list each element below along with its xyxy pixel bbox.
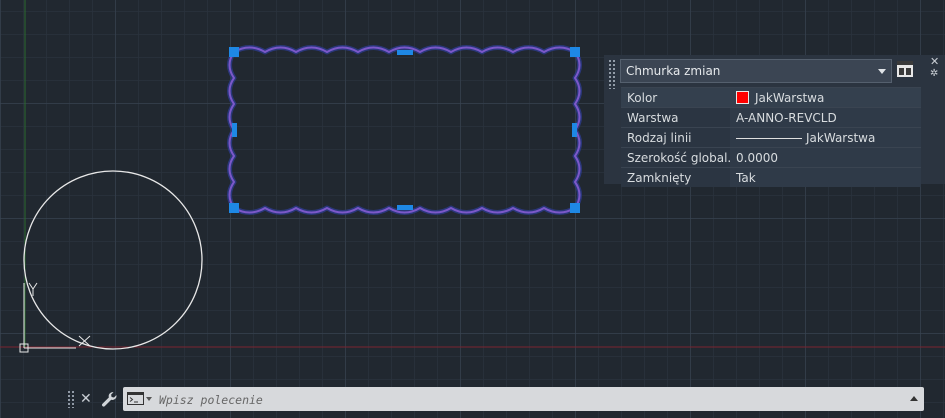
grip-corner-bottom-right[interactable] <box>570 203 580 213</box>
property-value: JakWarstwa <box>806 130 876 145</box>
properties-palette: Chmurka zmian ✕ ✲ Kolor JakWarstwa Warst… <box>604 55 945 187</box>
command-input[interactable] <box>157 390 901 410</box>
grip-corner-bottom-left[interactable] <box>229 203 239 213</box>
chevron-down-icon <box>878 69 886 74</box>
property-key: Szerokość global... <box>621 147 730 168</box>
grip-mid-right[interactable] <box>572 123 577 137</box>
gear-icon[interactable]: ✲ <box>930 69 938 79</box>
linetype-sample <box>736 137 802 139</box>
property-row-color[interactable]: Kolor JakWarstwa <box>621 87 921 108</box>
property-value-color[interactable]: JakWarstwa <box>730 87 921 108</box>
color-swatch <box>736 90 749 104</box>
chevron-up-icon[interactable] <box>910 396 918 401</box>
object-type-label: Chmurka zmian <box>626 64 721 78</box>
command-line-icon[interactable] <box>127 392 144 405</box>
property-value: JakWarstwa <box>755 90 825 105</box>
command-line[interactable] <box>123 387 924 411</box>
selection-grips[interactable] <box>229 47 580 213</box>
property-key: Warstwa <box>621 107 730 128</box>
property-key: Rodzaj linii <box>621 127 730 148</box>
palette-grip[interactable] <box>608 59 616 89</box>
grip-mid-bottom[interactable] <box>397 205 413 210</box>
revision-cloud[interactable] <box>227 45 582 215</box>
property-value-linetype[interactable]: JakWarstwa <box>730 127 921 148</box>
property-row-layer[interactable]: Warstwa A-ANNO-REVCLD <box>621 107 921 128</box>
chevron-down-icon[interactable] <box>146 397 152 401</box>
property-key: Zamknięty <box>621 167 730 187</box>
property-key: Kolor <box>621 87 730 108</box>
grip-mid-top[interactable] <box>397 50 413 55</box>
close-icon[interactable]: ✕ <box>930 56 939 68</box>
object-type-dropdown[interactable]: Chmurka zmian <box>620 59 892 83</box>
property-row-closed[interactable]: Zamknięty Tak <box>621 167 921 187</box>
quick-select-icon[interactable] <box>896 60 914 78</box>
circle-object[interactable] <box>23 170 203 350</box>
property-row-linetype[interactable]: Rodzaj linii JakWarstwa <box>621 127 921 148</box>
grip-corner-top-left[interactable] <box>229 47 239 57</box>
command-line-grip[interactable] <box>67 390 75 408</box>
property-row-global-width[interactable]: Szerokość global... 0.0000 <box>621 147 921 168</box>
grip-corner-top-right[interactable] <box>570 47 580 57</box>
close-icon[interactable]: ✕ <box>80 391 92 407</box>
grip-mid-left[interactable] <box>232 123 237 137</box>
properties-table: Kolor JakWarstwa Warstwa A-ANNO-REVCLD R… <box>621 87 921 187</box>
property-value[interactable]: Tak <box>730 167 921 187</box>
property-value[interactable]: A-ANNO-REVCLD <box>730 107 921 128</box>
property-value[interactable]: 0.0000 <box>730 147 921 168</box>
wrench-icon[interactable] <box>101 391 118 408</box>
